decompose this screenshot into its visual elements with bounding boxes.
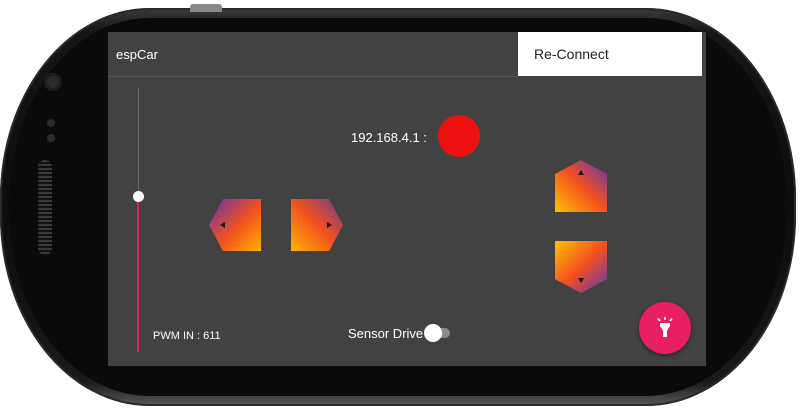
reconnect-button[interactable]: Re-Connect [518, 32, 702, 76]
sensor-dot [47, 119, 55, 127]
connection-status-indicator [438, 115, 480, 157]
pwm-label: PWM IN : 611 [153, 330, 221, 342]
ip-address-label: 192.168.4.1 : [351, 130, 427, 145]
sensor-drive-label: Sensor Drive [348, 326, 424, 341]
arrow-left-icon [209, 199, 261, 251]
title-divider [108, 76, 518, 77]
toggle-thumb [424, 324, 442, 342]
earpiece-speaker [38, 160, 52, 255]
left-button[interactable] [208, 198, 262, 252]
slider-track-fill [137, 196, 139, 352]
arrow-up-icon [555, 160, 607, 212]
right-button[interactable] [290, 198, 344, 252]
sensor-dot [47, 134, 55, 142]
power-button [190, 4, 222, 12]
app-title: espCar [116, 47, 158, 62]
flashlight-icon [657, 317, 673, 337]
slider-thumb[interactable] [133, 191, 144, 202]
flashlight-button[interactable] [639, 302, 691, 354]
front-camera [44, 73, 62, 91]
arrow-right-icon [291, 199, 343, 251]
arrow-down-icon [555, 241, 607, 293]
up-button[interactable] [554, 159, 608, 213]
down-button[interactable] [554, 240, 608, 294]
app-screen: espCar Re-Connect PWM IN : 611 192.168.4… [108, 32, 706, 366]
sensor-drive-toggle[interactable] [422, 324, 452, 342]
slider-track [138, 88, 139, 196]
